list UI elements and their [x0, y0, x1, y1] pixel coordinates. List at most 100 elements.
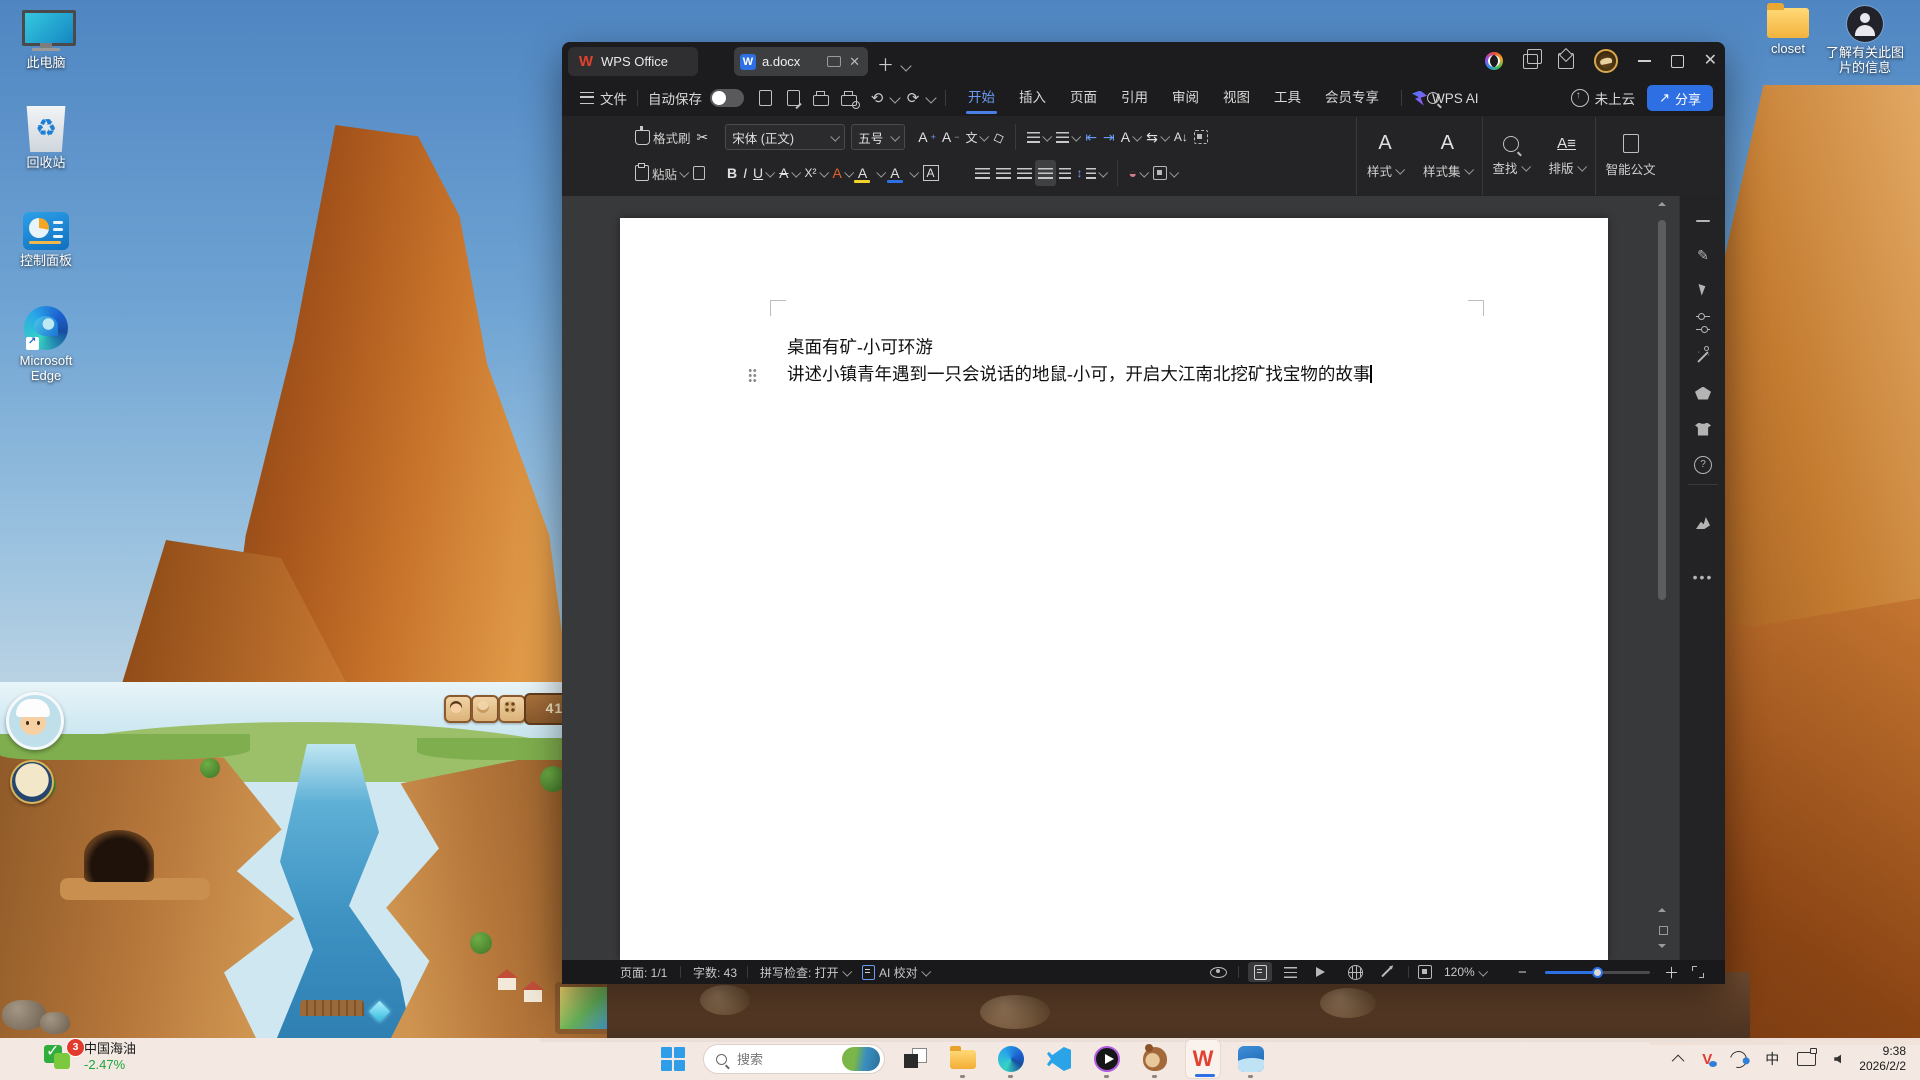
font-color-button[interactable]: A — [887, 160, 919, 186]
export-pdf-button[interactable] — [782, 87, 804, 109]
bold-button[interactable]: B — [724, 160, 740, 186]
italic-button[interactable]: I — [740, 160, 750, 186]
superscript-button[interactable]: X² — [802, 160, 830, 186]
tab-tools[interactable]: 工具 — [1262, 80, 1313, 116]
edge-button[interactable] — [993, 1039, 1029, 1079]
wps-home-tab[interactable]: W WPS Office — [568, 47, 698, 76]
grow-font-button[interactable]: A+ — [915, 124, 939, 150]
spell-check-status[interactable]: 拼写检查: 打开 — [760, 960, 850, 984]
redo-button[interactable]: ⟳ — [902, 87, 924, 109]
char-shading-button[interactable]: A — [830, 160, 855, 186]
workspace-icon[interactable] — [1558, 53, 1574, 69]
find-button[interactable]: 查找 — [1483, 117, 1539, 195]
char-border-button[interactable]: A — [920, 160, 942, 186]
game-window[interactable]: 418142 — [0, 682, 607, 1038]
close-tab-icon[interactable]: ✕ — [847, 54, 862, 70]
game-app-button[interactable] — [1137, 1039, 1173, 1079]
media-player-button[interactable] — [1089, 1039, 1125, 1079]
numbered-list-button[interactable] — [1053, 124, 1082, 150]
format-painter-button[interactable]: 格式刷 — [632, 124, 694, 150]
cut-button[interactable]: ✂ — [694, 124, 712, 150]
word-count[interactable]: 字数: 43 — [693, 960, 737, 984]
align-left-button[interactable] — [972, 160, 993, 186]
zoom-slider-thumb[interactable] — [1592, 967, 1603, 978]
vertical-scrollbar[interactable] — [1658, 196, 1667, 960]
align-justify-button[interactable] — [1035, 160, 1056, 186]
cloud-status[interactable]: 未上云 — [1571, 88, 1636, 108]
desktop-icon-control-panel[interactable]: 控制面板 — [4, 212, 88, 268]
sync-tray-icon[interactable] — [1727, 1047, 1750, 1070]
align-right-button[interactable] — [1014, 160, 1035, 186]
sort-button[interactable]: A↓ — [1171, 124, 1191, 150]
style-set-button[interactable]: A 样式集 — [1413, 117, 1482, 195]
increase-indent-button[interactable]: ⇥ — [1100, 124, 1118, 150]
page-view-button[interactable] — [1248, 962, 1272, 982]
copy-button[interactable] — [690, 160, 708, 186]
ime-indicator[interactable]: 中 — [1765, 1049, 1779, 1069]
assistant-icon[interactable] — [1485, 52, 1503, 70]
display-tray-icon[interactable] — [1797, 1052, 1816, 1066]
taskbar-clock[interactable]: 9:38 2026/2/2 — [1859, 1044, 1906, 1074]
search-daily-image[interactable] — [842, 1047, 880, 1071]
collapse-sidebar-icon[interactable] — [1680, 208, 1725, 234]
zoom-level[interactable]: 120% — [1444, 960, 1486, 984]
layout-button[interactable]: A≡ 排版 — [1539, 117, 1595, 195]
document-page[interactable]: 桌面有矿-小可环游 讲述小镇青年遇到一只会说话的地鼠-小可，开启大江南北挖矿找宝… — [620, 218, 1608, 960]
tab-view[interactable]: 视图 — [1211, 80, 1262, 116]
scroll-up-icon[interactable] — [1658, 202, 1666, 206]
next-page-icon[interactable] — [1658, 944, 1666, 948]
strikethrough-button[interactable]: A — [776, 160, 801, 186]
ai-proofread[interactable]: AI 校对 — [862, 960, 929, 984]
zoom-slider[interactable] — [1545, 971, 1650, 974]
edit-pen-icon[interactable]: ✎ — [1680, 242, 1725, 268]
smart-doc-button[interactable]: 智能公文 — [1596, 117, 1666, 195]
skin-theme-icon[interactable] — [1680, 416, 1725, 442]
tab-member[interactable]: 会员专享 — [1313, 80, 1391, 116]
volume-icon[interactable] — [1834, 1055, 1841, 1064]
start-button[interactable] — [655, 1039, 691, 1079]
document-text[interactable]: 桌面有矿-小可环游 讲述小镇青年遇到一只会说话的地鼠-小可，开启大江南北挖矿找宝… — [787, 334, 1487, 388]
web-view-button[interactable] — [1348, 960, 1363, 984]
select-cursor-icon[interactable] — [1680, 276, 1725, 302]
print-preview-button[interactable] — [838, 87, 860, 109]
tab-page[interactable]: 页面 — [1058, 80, 1109, 116]
desktop-icon-image-info[interactable]: 了解有关此图片的信息 — [1822, 6, 1908, 75]
resource-library-icon[interactable] — [1680, 380, 1725, 406]
tab-review[interactable]: 审阅 — [1160, 80, 1211, 116]
game-avatar-button[interactable] — [6, 692, 64, 750]
page-indicator[interactable]: 页面: 1/1 — [620, 960, 667, 984]
print-button[interactable] — [810, 87, 832, 109]
decrease-indent-button[interactable]: ⇤ — [1082, 124, 1100, 150]
zoom-out-button[interactable]: − — [1518, 960, 1527, 984]
wps-taskbar-button[interactable]: W — [1185, 1039, 1221, 1079]
minimize-button[interactable] — [1638, 60, 1651, 62]
fit-page-button[interactable] — [1418, 960, 1432, 984]
underline-button[interactable]: U — [750, 160, 776, 186]
zoom-in-button[interactable]: ＋ — [1664, 960, 1679, 984]
shrink-font-button[interactable]: A− — [939, 124, 963, 150]
undo-button[interactable]: ⟲ — [866, 87, 888, 109]
file-explorer-button[interactable] — [945, 1039, 981, 1079]
vscode-button[interactable] — [1041, 1039, 1077, 1079]
scrollbar-thumb[interactable] — [1658, 220, 1666, 600]
game-paw-button[interactable] — [498, 695, 526, 723]
maximize-button[interactable] — [1671, 55, 1684, 68]
distribute-button[interactable] — [1056, 160, 1074, 186]
select-browse-object-icon[interactable] — [1659, 926, 1668, 935]
more-options-icon[interactable]: ••• — [1680, 564, 1725, 590]
game-character-button[interactable] — [444, 695, 472, 723]
line-spacing-button[interactable]: ↕ — [1074, 160, 1109, 186]
document-tab[interactable]: W a.docx ✕ — [734, 47, 868, 76]
borders-button[interactable] — [1150, 160, 1180, 186]
previous-page-icon[interactable] — [1658, 908, 1666, 912]
tab-insert[interactable]: 插入 — [1007, 80, 1058, 116]
align-center-button[interactable] — [993, 160, 1014, 186]
clear-format-button[interactable]: ◇ — [990, 124, 1007, 150]
game-compass-button[interactable] — [10, 760, 54, 804]
stock-widget[interactable]: ✓ 3 中国海油 -2.47% — [44, 1041, 136, 1073]
fullscreen-button[interactable] — [1692, 960, 1704, 984]
redo-chevron-icon[interactable] — [925, 92, 936, 103]
tab-list-chevron-icon[interactable] — [902, 55, 910, 75]
paste-button[interactable]: 粘贴 — [632, 160, 690, 186]
tab-references[interactable]: 引用 — [1109, 80, 1160, 116]
